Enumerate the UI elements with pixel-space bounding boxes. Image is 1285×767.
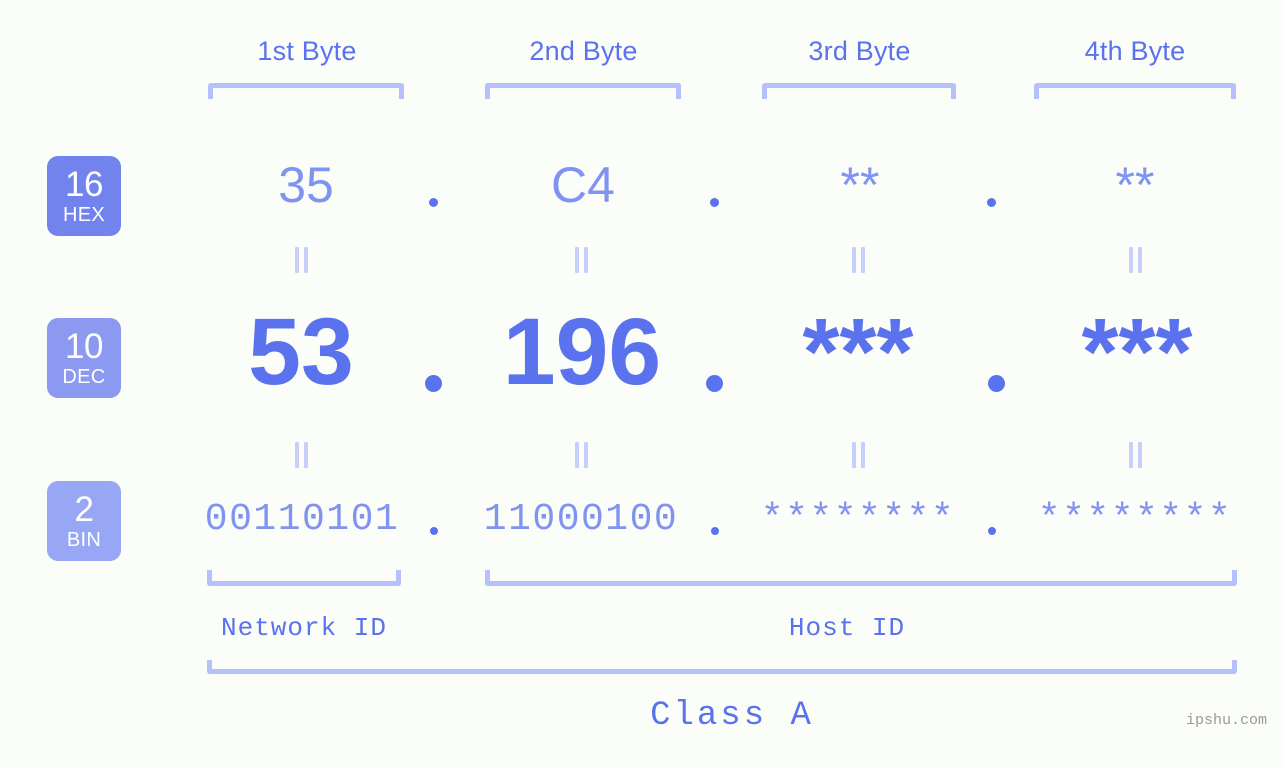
site-watermark: ipshu.com: [1186, 712, 1268, 729]
bin-separator-3: [988, 527, 996, 535]
byte-header-4: 4th Byte: [1084, 36, 1186, 66]
network-id-bracket: [207, 570, 401, 586]
host-id-bracket: [485, 570, 1237, 586]
base-badge-bin: 2 BIN: [47, 481, 121, 561]
bin-byte-3: ********: [760, 498, 956, 541]
equivalence-mark-hex-dec-4: [1128, 247, 1144, 273]
dec-separator-3: [988, 375, 1005, 392]
bin-separator-2: [711, 527, 719, 535]
base-badge-dec-number: 10: [65, 327, 103, 366]
base-badge-bin-abbr: BIN: [66, 529, 102, 551]
base-badge-hex-abbr: HEX: [62, 204, 106, 226]
hex-byte-2: C4: [551, 157, 615, 213]
byte-header-3: 3rd Byte: [808, 36, 911, 66]
byte-bracket-2: [485, 83, 681, 99]
hex-separator-2: [710, 198, 719, 207]
base-badge-hex: 16 HEX: [47, 156, 121, 236]
bin-separator-1: [430, 527, 438, 535]
hex-separator-1: [429, 198, 438, 207]
dec-separator-1: [425, 375, 442, 392]
dec-byte-1: 53: [248, 299, 354, 405]
equivalence-mark-hex-dec-2: [574, 247, 590, 273]
host-id-label: Host ID: [788, 613, 906, 643]
base-badge-dec: 10 DEC: [47, 318, 121, 398]
hex-byte-4: **: [1115, 157, 1155, 213]
bin-byte-2: 11000100: [483, 498, 679, 541]
base-badge-hex-number: 16: [65, 165, 103, 204]
bin-byte-4: ********: [1037, 498, 1233, 541]
ip-address-breakdown-diagram: 1st Byte 2nd Byte 3rd Byte 4th Byte 16 H…: [0, 0, 1285, 767]
byte-header-1: 1st Byte: [257, 36, 357, 66]
equivalence-mark-dec-bin-4: [1128, 442, 1144, 468]
ip-class-label: Class A: [650, 697, 814, 735]
equivalence-mark-dec-bin-2: [574, 442, 590, 468]
hex-byte-1: 35: [278, 157, 334, 213]
hex-byte-3: **: [840, 157, 880, 213]
dec-byte-4: ***: [1081, 299, 1193, 405]
byte-bracket-4: [1034, 83, 1236, 99]
equivalence-mark-hex-dec-3: [851, 247, 867, 273]
equivalence-mark-dec-bin-1: [294, 442, 310, 468]
byte-header-2: 2nd Byte: [529, 36, 638, 66]
equivalence-mark-hex-dec-1: [294, 247, 310, 273]
byte-bracket-1: [208, 83, 404, 99]
base-badge-dec-abbr: DEC: [62, 366, 106, 388]
dec-byte-3: ***: [802, 299, 914, 405]
dec-byte-2: 196: [502, 299, 662, 405]
base-badge-bin-number: 2: [74, 490, 94, 529]
bin-byte-1: 00110101: [204, 498, 400, 541]
ip-class-bracket: [207, 660, 1237, 674]
dec-separator-2: [706, 375, 723, 392]
equivalence-mark-dec-bin-3: [851, 442, 867, 468]
network-id-label: Network ID: [220, 613, 388, 643]
byte-bracket-3: [762, 83, 956, 99]
hex-separator-3: [987, 198, 996, 207]
